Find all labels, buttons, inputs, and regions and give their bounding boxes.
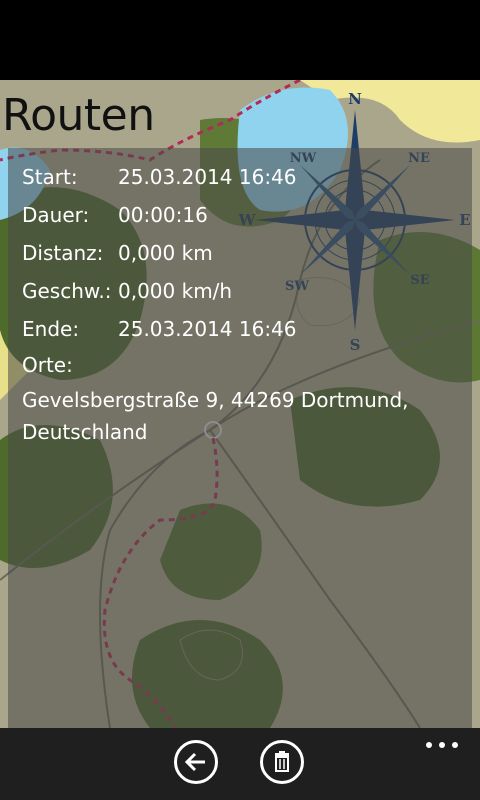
arrow-left-icon	[184, 752, 205, 772]
speed-label: Geschw.:	[22, 279, 112, 303]
end-label: Ende:	[22, 317, 80, 341]
places-value: Gevelsbergstraße 9, 44269 Dortmund, Deut…	[22, 388, 409, 444]
distance-value: 0,000 km	[118, 241, 213, 265]
speed-value: 0,000 km/h	[118, 279, 233, 303]
compass-n-label: N	[348, 90, 362, 108]
page-title: Routen	[2, 90, 155, 141]
ellipsis-icon[interactable]	[424, 736, 460, 754]
route-details-panel: Start: 25.03.2014 16:46 Dauer: 00:00:16 Di…	[8, 148, 472, 728]
start-row: Start: 25.03.2014 16:46	[22, 164, 297, 190]
start-value: 25.03.2014 16:46	[118, 165, 297, 189]
distance-row: Distanz: 0,000 km	[22, 240, 213, 266]
speed-row: Geschw.: 0,000 km/h	[22, 278, 232, 304]
distance-label: Distanz:	[22, 241, 104, 265]
ellipsis-dot	[452, 742, 458, 748]
ellipsis-dot	[439, 742, 445, 748]
status-bar	[0, 0, 480, 80]
duration-value: 00:00:16	[118, 203, 208, 227]
end-value: 25.03.2014 16:46	[118, 317, 297, 341]
ellipsis-dot	[426, 742, 432, 748]
duration-row: Dauer: 00:00:16	[22, 202, 208, 228]
back-button[interactable]	[174, 740, 218, 784]
places-label: Orte:	[22, 353, 73, 377]
start-label: Start:	[22, 165, 78, 189]
duration-label: Dauer:	[22, 203, 90, 227]
trash-icon	[275, 751, 289, 772]
end-row: Ende: 25.03.2014 16:46	[22, 316, 297, 342]
app-bar	[0, 728, 480, 800]
screen: N S W E NW NE SW SE Routen Start:25.03.2…	[0, 0, 480, 800]
delete-button[interactable]	[260, 740, 304, 784]
